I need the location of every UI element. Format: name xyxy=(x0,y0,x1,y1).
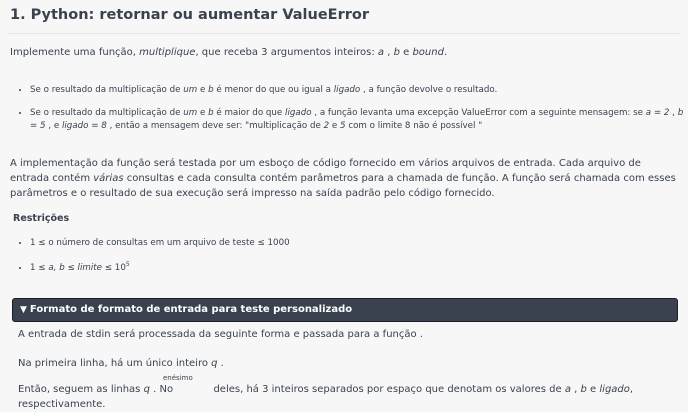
constraint-list-2: 1 ≤ a, b ≤ limite ≤ 105 xyxy=(10,261,688,275)
rule-list-1: Se o resultado da multiplicação de um e … xyxy=(10,84,688,97)
constraint-list-1: 1 ≤ o número de consultas em um arquivo … xyxy=(10,237,688,250)
constraint-item: 1 ≤ o número de consultas em um arquivo … xyxy=(30,237,688,250)
input-line-1: A entrada de stdin será processada da se… xyxy=(18,329,423,340)
rule-item: Se o resultado da multiplicação de um e … xyxy=(30,84,688,97)
description-paragraph: A implementação da função será testada p… xyxy=(10,158,676,199)
title-divider xyxy=(8,33,680,34)
constraint-item: 1 ≤ a, b ≤ limite ≤ 105 xyxy=(30,261,688,275)
triangle-down-icon: ▼ xyxy=(20,305,27,315)
enesimo-superscript: enésimo xyxy=(163,374,193,382)
section-label: Formato de formato de entrada para teste… xyxy=(29,304,353,315)
intro-paragraph: Implemente uma função, multiplique, que … xyxy=(10,47,448,58)
input-line-3: Então, seguem as linhas q . No deles, há… xyxy=(18,384,634,410)
constraints-heading: Restrições xyxy=(13,213,70,224)
input-line-2: Na primeira linha, há um único inteiro q… xyxy=(18,358,224,369)
custom-input-format-toggle[interactable]: ▼ Formato de formato de entrada para test… xyxy=(12,298,678,322)
rule-item: Se o resultado da multiplicação de um e … xyxy=(30,107,688,133)
problem-title: 1. Python: retornar ou aumentar ValueErr… xyxy=(10,7,369,23)
rule-list-2: Se o resultado da multiplicação de um e … xyxy=(10,107,688,133)
